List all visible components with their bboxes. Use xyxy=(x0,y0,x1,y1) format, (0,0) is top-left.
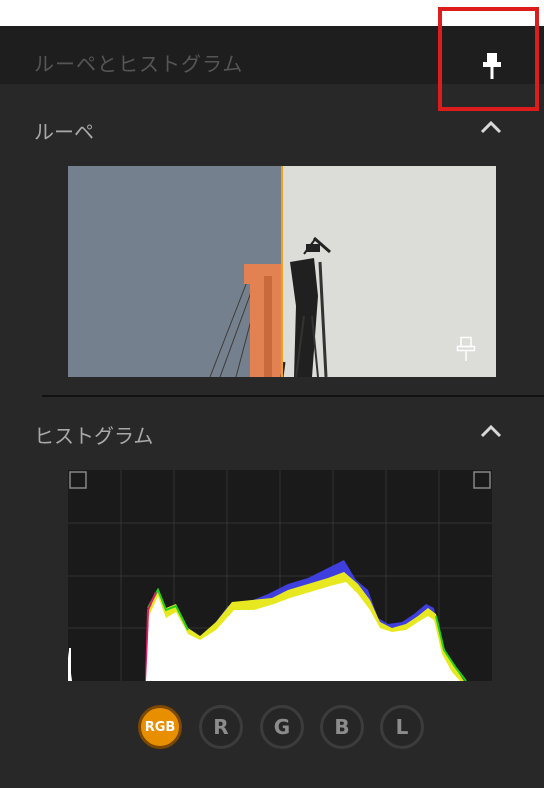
pushpin-outline-icon[interactable] xyxy=(456,336,476,362)
loupe-section-title: ルーペ xyxy=(34,120,94,144)
histogram-chart xyxy=(68,470,492,682)
histogram-section-title: ヒストグラム xyxy=(34,424,154,448)
panel-header: ルーペとヒストグラム xyxy=(0,26,544,84)
section-divider xyxy=(42,395,544,397)
histogram-collapse-button[interactable] xyxy=(476,419,506,443)
loupe-preview[interactable] xyxy=(68,166,496,377)
loupe-image xyxy=(68,166,496,377)
chevron-up-icon xyxy=(480,120,502,134)
histogram-graph xyxy=(68,470,492,682)
channel-rgb-button[interactable]: RGB xyxy=(138,705,182,749)
channel-r-button[interactable]: R xyxy=(199,705,243,749)
chevron-up-icon xyxy=(480,424,502,438)
pin-panel-button[interactable] xyxy=(470,44,514,88)
pushpin-icon xyxy=(483,53,501,79)
channel-l-button[interactable]: L xyxy=(380,705,424,749)
channel-g-button[interactable]: G xyxy=(260,705,304,749)
channel-b-button[interactable]: B xyxy=(320,705,364,749)
loupe-collapse-button[interactable] xyxy=(476,115,506,139)
panel-title: ルーペとヒストグラム xyxy=(34,52,244,76)
